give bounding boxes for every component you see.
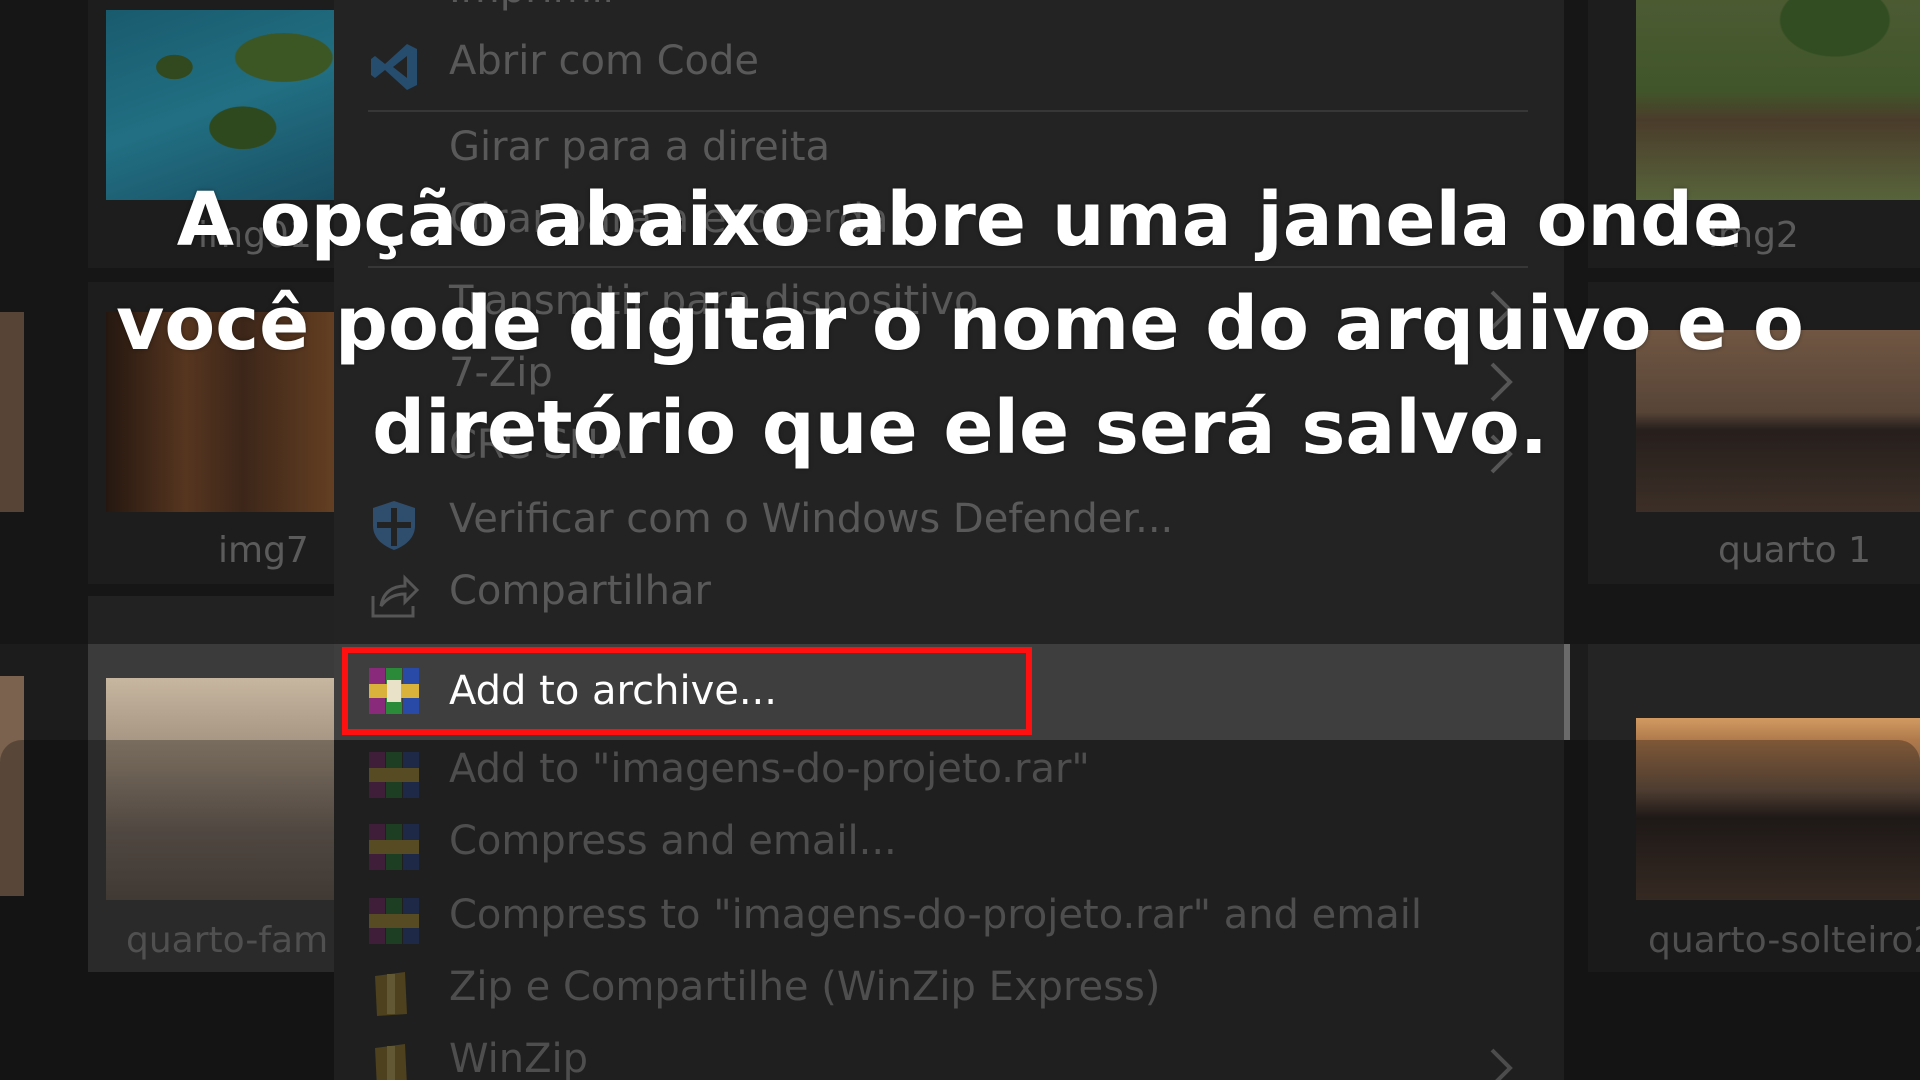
thumbnail-image <box>106 678 334 900</box>
menu-item-label: Verificar com o Windows Defender... <box>449 496 1174 542</box>
menu-item-winzip[interactable]: WinZip <box>334 1030 1564 1080</box>
menu-item-windows-defender[interactable]: Verificar com o Windows Defender... <box>334 490 1564 562</box>
share-icon <box>367 570 421 624</box>
menu-item-imprimir[interactable]: Imprimir <box>334 0 1564 32</box>
winzip-icon <box>367 1038 421 1080</box>
menu-item-compartilhar[interactable]: Compartilhar <box>334 562 1564 634</box>
file-name-label: img7 <box>218 530 309 571</box>
menu-item-zip-compartilhe[interactable]: Zip e Compartilhe (WinZip Express) <box>334 958 1564 1030</box>
menu-item-compress-email[interactable]: Compress and email... <box>334 812 1564 884</box>
menu-item-label: Compress to "imagens-do-projeto.rar" and… <box>449 892 1422 938</box>
menu-item-label: Compartilhar <box>449 568 711 614</box>
menu-item-label: Imprimir <box>449 0 619 12</box>
menu-item-label: Add to "imagens-do-projeto.rar" <box>449 746 1090 792</box>
defender-shield-icon <box>367 498 421 552</box>
menu-item-label: Compress and email... <box>449 818 897 864</box>
context-menu: Imprimir Abrir com Code Girar para a dir… <box>334 0 1570 1080</box>
menu-scroll-indicator <box>1564 644 1570 740</box>
file-name-label: quarto-fam <box>126 920 329 961</box>
winrar-icon <box>367 894 421 948</box>
menu-item-label: Girar para a direita <box>449 124 831 170</box>
file-tile-spacer <box>88 596 334 644</box>
menu-item-abrir-com-code[interactable]: Abrir com Code <box>334 32 1564 104</box>
menu-item-compress-to-rar-email[interactable]: Compress to "imagens-do-projeto.rar" and… <box>334 886 1564 958</box>
menu-item-label: Abrir com Code <box>449 38 760 84</box>
menu-item-label: WinZip <box>449 1036 589 1080</box>
menu-item-add-to-rar[interactable]: Add to "imagens-do-projeto.rar" <box>334 740 1564 812</box>
file-tile-quarto-solteiro[interactable]: quarto-solteiro2 <box>1588 644 1920 972</box>
menu-separator <box>368 110 1528 112</box>
winrar-icon <box>367 820 421 874</box>
winrar-icon <box>367 748 421 802</box>
vscode-icon <box>367 40 421 94</box>
caption-text: A opção abaixo abre uma janela onde você… <box>116 177 1804 471</box>
menu-item-label: Zip e Compartilhe (WinZip Express) <box>449 964 1161 1010</box>
screenshot-stage: img01 img7 quarto-fam img2 quarto 1 quar… <box>0 0 1920 1080</box>
highlight-box <box>342 647 1032 735</box>
file-tile-quarto-fam[interactable]: quarto-fam <box>88 644 334 972</box>
partial-thumbnail-left <box>0 676 24 896</box>
partial-thumbnail-left <box>0 312 24 512</box>
winzip-icon <box>367 966 421 1020</box>
thumbnail-image <box>1636 718 1920 900</box>
chevron-right-icon <box>1484 1046 1520 1080</box>
file-name-label: quarto-solteiro2 <box>1648 920 1920 961</box>
file-name-label: quarto 1 <box>1718 530 1872 571</box>
